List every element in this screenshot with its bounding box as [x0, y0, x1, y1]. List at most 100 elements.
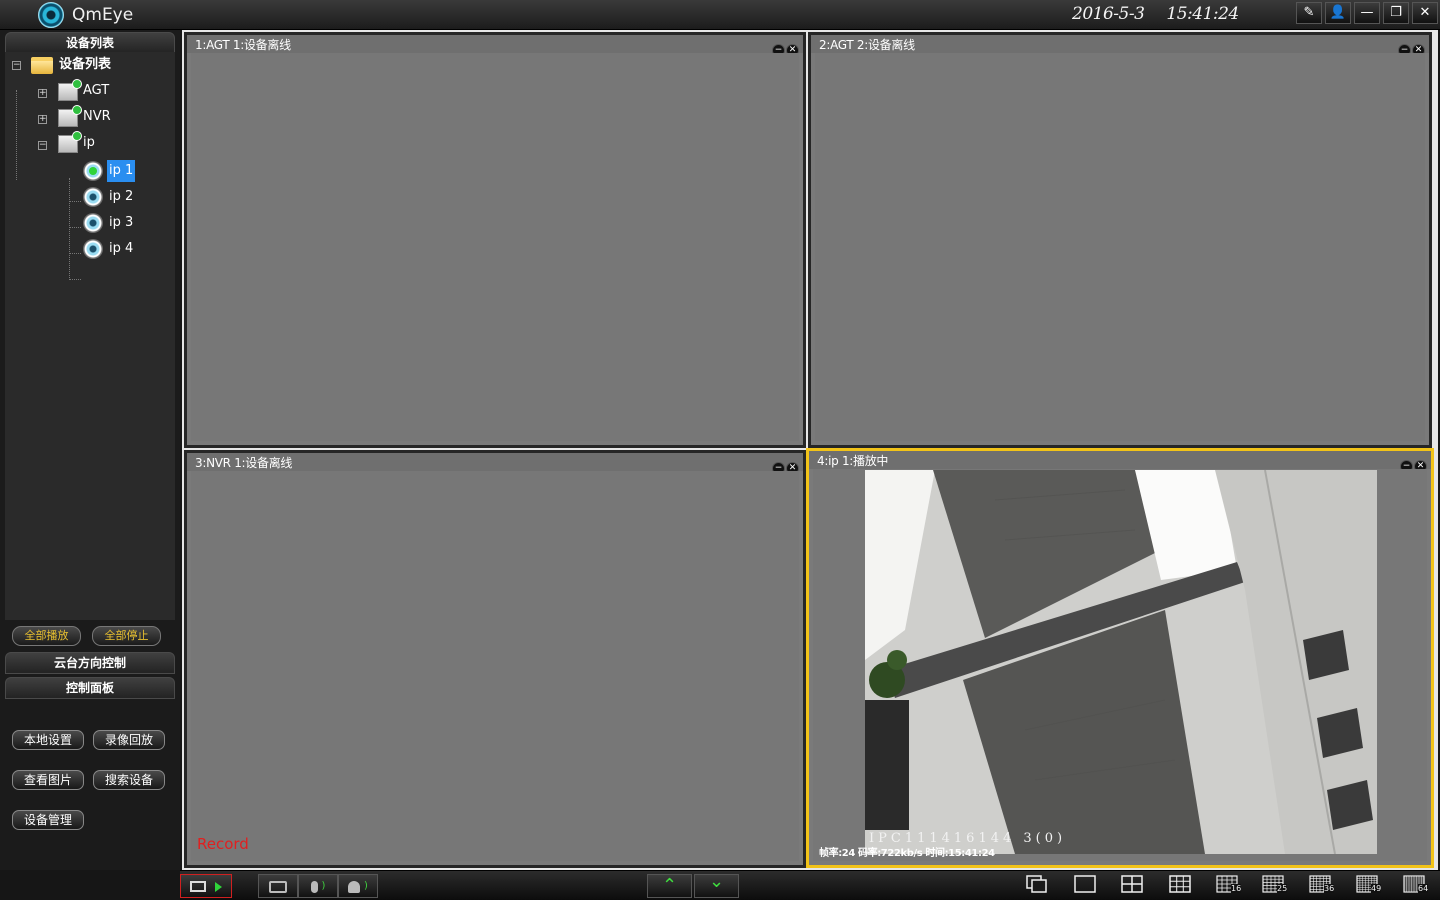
folder-icon — [31, 57, 53, 74]
panel-header: 3:NVR 1:设备离线 − ✕ — [187, 453, 803, 475]
camera-icon — [83, 187, 103, 207]
camera-feed-image — [865, 470, 1377, 854]
layout-1-button[interactable] — [1074, 875, 1104, 897]
scroll-down-button[interactable]: ⌄ — [694, 871, 739, 898]
monitor-play-button[interactable] — [180, 874, 232, 898]
snapshot-button[interactable] — [258, 874, 298, 898]
panel-title: 1:AGT 1:设备离线 — [195, 38, 291, 52]
expand-icon[interactable]: + — [38, 89, 47, 98]
layout-4-button[interactable] — [1121, 875, 1151, 897]
playback-button[interactable]: 录像回放 — [93, 730, 165, 750]
device-list-header[interactable]: 设备列表 — [5, 32, 175, 54]
layout-custom-button[interactable] — [1026, 875, 1056, 897]
device-management-button[interactable]: 设备管理 — [12, 810, 84, 830]
layout-4-icon — [1121, 875, 1143, 893]
tree-line — [69, 279, 81, 280]
sound-wave-icon: ) — [321, 880, 326, 892]
panel-title: 3:NVR 1:设备离线 — [195, 456, 293, 470]
collapse-icon[interactable]: − — [38, 141, 47, 150]
sidebar: 设备列表 − 设备列表 + AGT + NVR − ip ip 1 ip 2 i… — [0, 30, 180, 870]
app-title: QmEye — [72, 5, 134, 25]
close-window-button[interactable]: ✕ — [1412, 2, 1438, 24]
layout-25-button[interactable]: 25 — [1262, 875, 1292, 897]
tree-node-label: ip — [83, 135, 95, 150]
clock-time: 15:41:24 — [1166, 4, 1239, 24]
tree-node-label: NVR — [83, 109, 111, 124]
edit-icon[interactable]: ✎ — [1296, 2, 1322, 24]
stop-all-button[interactable]: 全部停止 — [92, 626, 161, 646]
tree-channel-label: ip 4 — [109, 241, 134, 256]
video-panel-2[interactable]: 2:AGT 2:设备离线 − ✕ — [808, 32, 1432, 448]
tree-channel-ip1[interactable]: ip 1 — [5, 158, 175, 184]
monitor-icon — [189, 881, 206, 892]
tree-root[interactable]: − 设备列表 — [5, 54, 175, 76]
panel-header: 1:AGT 1:设备离线 − ✕ — [187, 35, 803, 57]
layout-64-button[interactable]: 64 — [1403, 875, 1433, 897]
collapse-icon[interactable]: − — [12, 61, 21, 70]
panel-video-surface[interactable] — [191, 53, 799, 441]
microphone-button[interactable]: ) — [298, 874, 338, 898]
microphone-icon — [310, 880, 318, 893]
bottom-toolbar: ) ) ⌃ ⌄ 16 25 36 49 64 — [180, 870, 1440, 900]
clock: 2016-5-3 15:41:24 — [1072, 4, 1239, 24]
clock-date: 2016-5-3 — [1072, 4, 1145, 24]
camera-feed[interactable]: IPC111416144 3(0) — [865, 470, 1377, 854]
video-panel-3[interactable]: 3:NVR 1:设备离线 − ✕ Record — [184, 450, 806, 868]
layout-9-button[interactable] — [1169, 875, 1199, 897]
tree-channel-ip3[interactable]: ip 3 — [5, 210, 175, 236]
tree-node-nvr[interactable]: + NVR — [5, 105, 175, 128]
camera-icon — [83, 213, 103, 233]
device-icon — [58, 131, 82, 153]
ptz-control-header[interactable]: 云台方向控制 — [5, 652, 175, 674]
control-panel-header[interactable]: 控制面板 — [5, 677, 175, 699]
app-logo-icon — [38, 2, 64, 28]
panel-title: 2:AGT 2:设备离线 — [819, 38, 915, 52]
tree-channel-ip4[interactable]: ip 4 — [5, 236, 175, 262]
panel-video-surface[interactable]: Record — [191, 471, 799, 861]
layout-16-button[interactable]: 16 — [1216, 875, 1246, 897]
talk-button[interactable]: ) — [338, 874, 378, 898]
camera-icon — [83, 161, 103, 181]
tree-channel-label: ip 1 — [107, 160, 136, 182]
panel-header: 2:AGT 2:设备离线 − ✕ — [811, 35, 1429, 57]
layout-36-button[interactable]: 36 — [1309, 875, 1339, 897]
layout-49-button[interactable]: 49 — [1356, 875, 1386, 897]
camera-icon — [83, 239, 103, 259]
layout-custom-icon — [1026, 875, 1047, 893]
device-icon — [58, 79, 82, 101]
layout-count: 25 — [1277, 884, 1288, 893]
restore-window-button[interactable]: ❐ — [1383, 2, 1409, 24]
tree-node-agt[interactable]: + AGT — [5, 79, 175, 102]
expand-icon[interactable]: + — [38, 115, 47, 124]
view-images-button[interactable]: 查看图片 — [12, 770, 84, 790]
video-grid: 1:AGT 1:设备离线 − ✕ 2:AGT 2:设备离线 − ✕ 3:NVR 1:… — [182, 30, 1438, 870]
play-icon — [215, 881, 223, 892]
tree-channel-label: ip 3 — [109, 215, 134, 230]
user-icon[interactable]: 👤 — [1325, 2, 1351, 24]
camera-snapshot-icon — [269, 880, 287, 893]
scroll-up-button[interactable]: ⌃ — [647, 874, 692, 898]
device-icon — [58, 105, 82, 127]
tree-channel-ip2[interactable]: ip 2 — [5, 184, 175, 210]
search-devices-button[interactable]: 搜索设备 — [93, 770, 165, 790]
layout-count: 16 — [1231, 884, 1242, 893]
stream-stats: 帧率:24 码率:722kb/s 时间:15:41:24 — [819, 848, 995, 859]
panel-video-surface[interactable] — [815, 53, 1425, 441]
layout-1-icon — [1074, 875, 1096, 893]
device-tree: − 设备列表 + AGT + NVR − ip ip 1 ip 2 ip 3 i… — [5, 52, 175, 620]
tree-channel-label: ip 2 — [109, 189, 134, 204]
video-panel-4[interactable]: 4:ip 1:播放中 − ✕ IPC111416144 3(0) 帧率:24 码… — [806, 448, 1434, 868]
layout-count: 36 — [1324, 884, 1335, 893]
panel-video-surface[interactable]: IPC111416144 3(0) 帧率:24 码率:722kb/s 时间:15… — [813, 469, 1427, 861]
layout-count: 49 — [1371, 884, 1382, 893]
title-bar: QmEye 2016-5-3 15:41:24 ✎ 👤 — ❐ ✕ — [0, 0, 1440, 30]
layout-count: 64 — [1418, 884, 1429, 893]
chevron-down-icon: ⌄ — [708, 871, 725, 892]
panel-title: 4:ip 1:播放中 — [817, 454, 889, 468]
local-settings-button[interactable]: 本地设置 — [12, 730, 84, 750]
tree-node-ip[interactable]: − ip — [5, 131, 175, 154]
minimize-window-button[interactable]: — — [1354, 2, 1380, 24]
play-all-button[interactable]: 全部播放 — [12, 626, 81, 646]
signal-icon: ) — [363, 880, 368, 892]
video-panel-1[interactable]: 1:AGT 1:设备离线 − ✕ — [184, 32, 806, 448]
